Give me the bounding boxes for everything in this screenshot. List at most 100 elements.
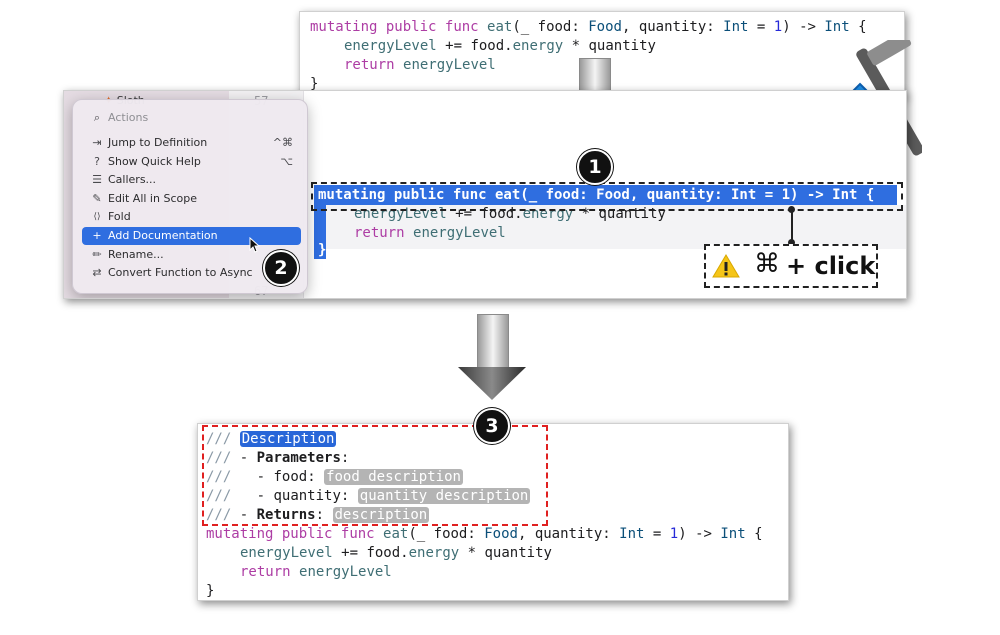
code-token: energyLevel <box>240 545 333 561</box>
add-doc-icon: + <box>92 229 102 242</box>
code-token: Int <box>720 526 746 542</box>
code-token: return <box>354 225 405 241</box>
fold-icon: ⟨⟩ <box>93 212 101 222</box>
menu-item-label: Show Quick Help <box>108 155 201 168</box>
menu-item-label: Add Documentation <box>108 229 218 242</box>
mouse-cursor-icon <box>249 237 261 253</box>
step-1-badge: 1 <box>577 149 613 185</box>
menu-item-shortcut: ^⌘ <box>272 136 293 149</box>
code-token: { <box>858 19 867 35</box>
code-token: : <box>467 526 476 542</box>
xcode-editor-context-menu-panel: ✦ Sloth 57 67 mutating public func eat(_… <box>63 90 907 299</box>
search-icon: ⌕ <box>93 111 101 124</box>
code-token: energyLevel <box>299 564 392 580</box>
menu-item-label: Fold <box>108 210 131 223</box>
menu-item-label: Convert Function to Async <box>108 266 253 279</box>
jump-icon: ⇥ <box>92 136 102 149</box>
code-token: quantity <box>484 545 552 561</box>
code-token: mutating <box>206 526 274 542</box>
code-token: 1 <box>669 526 679 542</box>
code-token: -> <box>799 19 816 35</box>
warning-icon <box>712 254 740 278</box>
code-token: += <box>341 545 359 561</box>
code-line-close: } <box>206 583 215 599</box>
code-token: mutating <box>310 19 378 35</box>
menu-item-label: Rename... <box>108 248 164 261</box>
code-token: : <box>571 19 580 35</box>
code-line-return: return energyLevel <box>354 224 506 243</box>
code-token: return <box>240 564 291 580</box>
menu-item-add-documentation[interactable]: + Add Documentation <box>82 227 301 245</box>
code-token: Food <box>484 526 518 542</box>
code-token: return <box>344 57 395 73</box>
code-token: * <box>467 545 477 561</box>
code-token: Food <box>588 19 622 35</box>
code-line-signature: mutating public func eat(_ food: Food, q… <box>206 525 763 544</box>
code-token: func <box>444 19 479 35</box>
command-key-symbol: ⌘ <box>754 249 780 279</box>
code-token: food <box>433 526 468 542</box>
code-token: Int <box>723 19 749 35</box>
code-token: (_ <box>408 526 426 542</box>
code-token: Int <box>824 19 850 35</box>
rename-icon: ✏ <box>92 248 102 261</box>
code-token: func <box>340 526 375 542</box>
step-2-badge: 2 <box>263 250 299 286</box>
code-token: ) <box>782 19 791 35</box>
menu-item-callers[interactable]: ☰ Callers... <box>82 171 301 189</box>
code-token: = <box>756 19 766 35</box>
menu-item-label: Jump to Definition <box>108 136 208 149</box>
menu-item-shortcut: ⌥ <box>280 155 293 168</box>
cmd-click-callout: ⌘ + click <box>704 244 878 288</box>
help-icon: ? <box>94 155 100 168</box>
menu-item-fold[interactable]: ⟨⟩ Fold <box>82 208 301 226</box>
code-token: : <box>602 526 611 542</box>
edit-scope-icon: ✎ <box>92 192 102 205</box>
code-token: , <box>621 19 631 35</box>
code-token: = <box>652 526 662 542</box>
code-token: (_ <box>512 19 530 35</box>
menu-item-label: Actions <box>108 111 149 124</box>
code-token: , <box>517 526 527 542</box>
code-token: ) <box>678 526 687 542</box>
connector-dot <box>788 206 795 213</box>
code-token: energyLevel <box>344 38 437 54</box>
menu-item-label: Edit All in Scope <box>108 192 197 205</box>
callers-icon: ☰ <box>92 173 102 186</box>
code-token: food. <box>366 545 409 561</box>
code-token: food. <box>470 38 513 54</box>
code-token: 1 <box>773 19 783 35</box>
code-token: quantity <box>638 19 707 35</box>
code-token: public <box>281 526 333 542</box>
code-token: energyLevel <box>403 57 496 73</box>
code-line-return: return energyLevel <box>344 56 496 75</box>
step-3-badge: 3 <box>474 408 510 444</box>
connector-line <box>791 209 793 243</box>
code-token: food <box>537 19 572 35</box>
menu-item-show-quick-help[interactable]: ? Show Quick Help ⌥ <box>82 153 301 171</box>
code-token: energy <box>512 38 564 54</box>
menu-search-actions[interactable]: ⌕ Actions <box>82 109 301 127</box>
menu-item-jump-to-definition[interactable]: ⇥ Jump to Definition ^⌘ <box>82 134 301 152</box>
code-token: energy <box>408 545 460 561</box>
code-token: Int <box>619 526 645 542</box>
code-line-signature: mutating public func eat(_ food: Food, q… <box>310 18 867 37</box>
code-token: -> <box>695 526 712 542</box>
click-label: + click <box>786 252 876 280</box>
code-token: quantity <box>588 38 656 54</box>
code-token: eat <box>383 526 409 542</box>
async-icon: ⇄ <box>92 266 102 279</box>
code-token: : <box>706 19 715 35</box>
menu-item-label: Callers... <box>108 173 157 186</box>
code-token: public <box>385 19 437 35</box>
code-line-body: energyLevel += food.energy * quantity <box>240 544 552 563</box>
code-token: eat <box>487 19 513 35</box>
code-token: quantity <box>534 526 603 542</box>
code-snippet-documented: /// Description /// - Parameters: /// - … <box>197 423 789 601</box>
code-token: * <box>571 38 581 54</box>
code-token: += <box>445 38 463 54</box>
menu-item-edit-all-in-scope[interactable]: ✎ Edit All in Scope <box>82 190 301 208</box>
selection-highlight-box <box>311 182 903 211</box>
code-token: { <box>754 526 763 542</box>
code-token: energyLevel <box>413 225 506 241</box>
